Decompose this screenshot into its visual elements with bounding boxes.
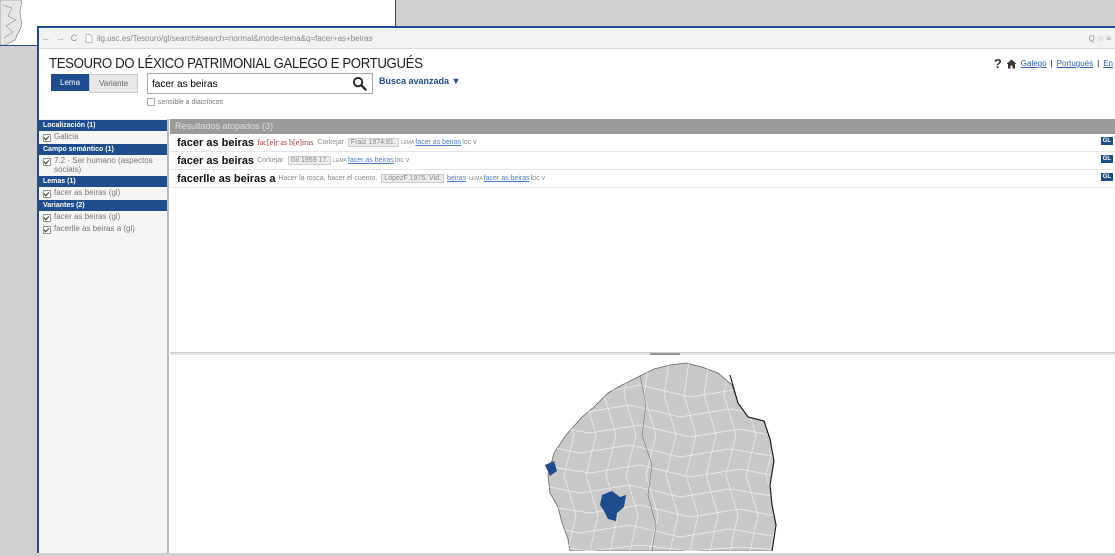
filter-header-semantic-field: Campo semántico (1) bbox=[39, 144, 167, 155]
gl-badge[interactable]: GL bbox=[1100, 173, 1113, 181]
advanced-search-link[interactable]: Busca avanzada ▼ bbox=[379, 76, 460, 86]
help-icon[interactable]: ? bbox=[994, 56, 1002, 71]
lema-link[interactable]: facer as beiras bbox=[348, 157, 394, 164]
checkbox-icon[interactable] bbox=[43, 158, 51, 166]
galicia-land bbox=[547, 362, 777, 552]
home-icon[interactable] bbox=[1006, 59, 1017, 69]
lang-separator: | bbox=[1097, 59, 1100, 68]
toggle-variante[interactable]: Variante bbox=[89, 74, 139, 93]
filter-item[interactable]: facer as beiras (gl) bbox=[39, 211, 167, 223]
lema-tag: LEMA bbox=[333, 157, 347, 164]
gl-badge[interactable]: GL bbox=[1100, 155, 1113, 163]
results-header: Resultados atopados (3) bbox=[170, 119, 1115, 134]
vid-link[interactable]: beiras bbox=[447, 175, 466, 182]
site-title: TESOURO DO LÉXICO PATRIMONIAL GALEGO E P… bbox=[49, 55, 423, 72]
filter-item[interactable]: 7.2 - Ser humano (aspectos sociais) bbox=[39, 155, 167, 175]
diacritics-option[interactable]: sensible a diacríticos bbox=[147, 98, 223, 106]
filter-header-location: Localización (1) bbox=[39, 120, 167, 131]
result-category: loc v bbox=[530, 175, 546, 182]
browser-toolbar: ← → C ilg.usc.es/Tesouro/gl/search#searc… bbox=[39, 28, 1115, 49]
result-row[interactable]: facer as beiras fac[e]r as b[e]iras Cork… bbox=[170, 134, 1115, 152]
lema-tag: LEMA bbox=[469, 175, 483, 182]
map-panel bbox=[170, 355, 1115, 553]
lang-portugues-link[interactable]: Portugués bbox=[1057, 59, 1093, 68]
back-button[interactable]: ← bbox=[39, 33, 53, 43]
search-box bbox=[147, 73, 373, 94]
search-icon[interactable] bbox=[352, 76, 367, 91]
browser-menu-icons[interactable]: Q ☆ ≡ bbox=[1088, 34, 1115, 43]
result-variant: fac[e]r as b[e]iras bbox=[257, 138, 314, 147]
galicia-map[interactable] bbox=[170, 355, 1114, 552]
result-place: Corkejar bbox=[317, 139, 344, 146]
result-category: loc v bbox=[462, 139, 477, 146]
result-lemma[interactable]: facer as beiras bbox=[177, 137, 254, 149]
results-panel: Resultados atopados (3) facer as beiras … bbox=[170, 119, 1115, 352]
filter-header-variants: Variantes (2) bbox=[39, 200, 167, 211]
filter-header-lemmas: Lemas (1) bbox=[39, 176, 167, 187]
filter-item[interactable]: facerlle as beiras a (gl) bbox=[39, 223, 167, 235]
browser-window: ← → C ilg.usc.es/Tesouro/gl/search#searc… bbox=[37, 26, 1115, 553]
lang-separator: | bbox=[1050, 59, 1053, 68]
filter-item[interactable]: facer as beiras (gl) bbox=[39, 187, 167, 199]
lema-link[interactable]: facer as beiras bbox=[484, 175, 530, 182]
reload-button[interactable]: C bbox=[67, 33, 81, 43]
checkbox-icon[interactable] bbox=[43, 214, 51, 222]
result-row[interactable]: facerlle as beiras a Hacer la rosca, hac… bbox=[170, 170, 1115, 188]
result-source[interactable]: LópezF 1975. Vid. bbox=[381, 174, 444, 183]
result-lemma[interactable]: facer as beiras bbox=[177, 155, 254, 167]
checkbox-icon[interactable] bbox=[43, 226, 51, 234]
page-icon bbox=[85, 33, 93, 43]
address-bar[interactable]: ilg.usc.es/Tesouro/gl/search#search=norm… bbox=[97, 34, 372, 43]
search-input[interactable] bbox=[148, 77, 346, 92]
filter-sidebar: Localización (1) Galicia Campo semántico… bbox=[39, 119, 169, 553]
header-right: ? Galego | Portugués | En bbox=[994, 56, 1113, 71]
lema-tag: LEMA bbox=[400, 139, 415, 146]
result-definition: Hacer la rosca, hacer el cuento. bbox=[278, 175, 378, 182]
site-header: TESOURO DO LÉXICO PATRIMONIAL GALEGO E P… bbox=[39, 49, 1115, 119]
result-lemma[interactable]: facerlle as beiras a bbox=[177, 173, 275, 185]
filter-item[interactable]: Galicia bbox=[39, 131, 167, 143]
forward-button[interactable]: → bbox=[53, 33, 67, 43]
gl-badge[interactable]: GL bbox=[1100, 137, 1113, 145]
lema-link[interactable]: facer as beiras bbox=[415, 139, 461, 146]
result-category: loc v bbox=[394, 157, 410, 164]
result-source[interactable]: Gil 1959 17. bbox=[287, 156, 332, 165]
diacritics-label: sensible a diacríticos bbox=[158, 98, 223, 106]
lang-english-link[interactable]: En bbox=[1103, 59, 1113, 68]
diacritics-checkbox[interactable] bbox=[147, 98, 155, 106]
result-place: Corkejar bbox=[257, 157, 284, 164]
checkbox-icon[interactable] bbox=[43, 190, 51, 198]
search-mode-toggle: Lema Variante bbox=[51, 74, 139, 93]
result-row[interactable]: facer as beiras Corkejar Gil 1959 17. LE… bbox=[170, 152, 1115, 170]
lang-galego-link[interactable]: Galego bbox=[1021, 59, 1047, 68]
result-source[interactable]: Fraiz 1974:81. bbox=[347, 138, 399, 147]
background-map-thumbnail bbox=[0, 0, 22, 45]
toggle-lema[interactable]: Lema bbox=[51, 74, 90, 91]
checkbox-icon[interactable] bbox=[43, 134, 51, 142]
